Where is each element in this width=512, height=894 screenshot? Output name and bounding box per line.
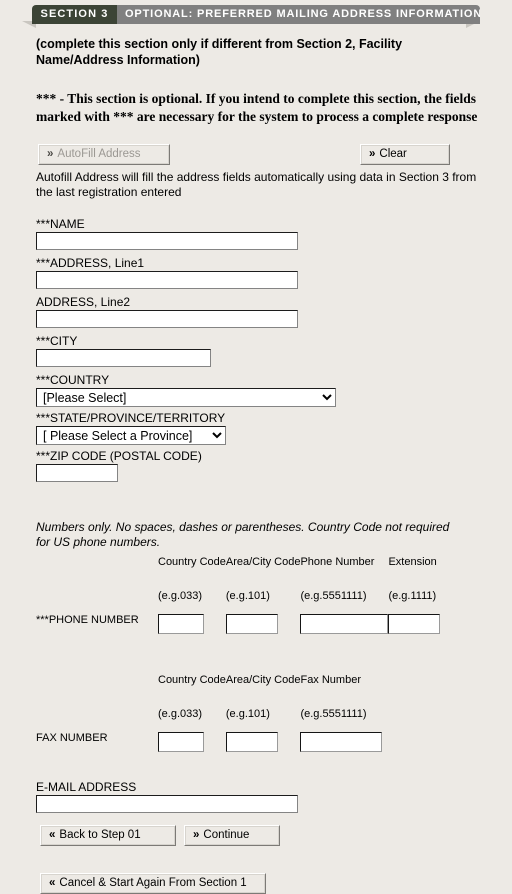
fax-input-row: FAX NUMBER [36, 732, 383, 762]
country-select[interactable]: [Please Select] [36, 388, 336, 407]
phone-country-code-cell [158, 614, 226, 644]
form-footer: « Back to Step 01 » Continue « Cancel & Sta… [36, 825, 512, 894]
fax-number-input[interactable] [300, 732, 383, 752]
state-province-select[interactable]: [ Please Select a Province] [36, 426, 226, 445]
clear-label: Clear [379, 148, 407, 160]
city-label: ***CITY [36, 334, 78, 348]
phone-area-code-header: Area/City Code [225, 556, 301, 568]
required-fields-note: *** - This section is optional. If you i… [36, 91, 478, 124]
fax-number-row-label: FAX NUMBER [36, 732, 108, 744]
section-number-tab: SECTION 3 [32, 5, 117, 24]
state-label: ***STATE/PROVINCE/TERRITORY [36, 411, 226, 425]
email-address-input[interactable] [36, 795, 298, 813]
fax-number-example: (e.g.5551111) [300, 708, 367, 720]
address-fields-group: ***NAME ***ADDRESS, Line1 ADDRESS, Line2… [36, 217, 512, 482]
phone-country-code-example: (e.g.033) [158, 590, 203, 602]
phone-number-header: Phone Number [300, 556, 375, 568]
phone-extension-input[interactable] [388, 614, 441, 634]
cancel-and-restart-label: Cancel & Start Again From Section 1 [59, 877, 247, 889]
phone-extension-cell [388, 614, 441, 644]
phone-area-code-input[interactable] [225, 614, 278, 634]
name-label: ***NAME [36, 217, 85, 231]
autofill-address-button[interactable]: » AutoFill Address [38, 144, 170, 165]
fax-number-table: Country Code Area/City Code Fax Number (… [36, 674, 383, 762]
section-title-tab: OPTIONAL: PREFERRED MAILING ADDRESS INFO… [117, 5, 480, 24]
phone-area-code-cell [225, 614, 301, 644]
fax-area-code-cell [225, 732, 301, 762]
fax-number-header: Fax Number [300, 674, 361, 686]
fax-spacer-cell-2 [36, 708, 158, 732]
fax-area-code-example: (e.g.101) [225, 708, 270, 720]
phone-number-table: Country Code Area/City Code Phone Number… [36, 556, 441, 644]
phone-number-input[interactable] [300, 614, 389, 634]
autofill-address-label: AutoFill Address [57, 148, 141, 160]
fax-number-cell [300, 732, 383, 762]
city-input[interactable] [36, 349, 211, 367]
phone-area-code-example: (e.g.101) [225, 590, 270, 602]
fax-area-code-input[interactable] [225, 732, 278, 752]
phone-number-cell [300, 614, 389, 644]
fax-spacer-cell [36, 674, 158, 708]
clear-button[interactable]: » Clear [360, 144, 450, 165]
fax-country-code-header: Country Code [158, 674, 226, 686]
fax-area-code-header: Area/City Code [225, 674, 301, 686]
address-line2-label: ADDRESS, Line2 [36, 295, 131, 309]
double-left-chevron-icon: « [49, 829, 55, 841]
back-to-step-01-button[interactable]: « Back to Step 01 [40, 825, 176, 846]
back-to-step-01-label: Back to Step 01 [59, 829, 141, 841]
double-right-chevron-icon: » [369, 148, 375, 160]
zip-code-label: ***ZIP CODE (POSTAL CODE) [36, 449, 202, 463]
zip-code-input[interactable] [36, 464, 118, 482]
footer-secondary-row: « Cancel & Start Again From Section 1 [36, 847, 512, 894]
phone-extension-header: Extension [388, 556, 437, 568]
form-content: (complete this section only if different… [0, 28, 512, 894]
phone-format-note: Numbers only. No spaces, dashes or paren… [36, 520, 450, 549]
double-right-chevron-icon: » [193, 829, 199, 841]
fax-country-code-input[interactable] [158, 732, 204, 752]
fax-country-code-example: (e.g.033) [158, 708, 203, 720]
phone-input-row: ***PHONE NUMBER [36, 614, 441, 644]
phone-example-row: (e.g.033) (e.g.101) (e.g.5551111) (e.g.1… [36, 590, 440, 614]
autofill-description: Autofill Address will fill the address f… [36, 170, 477, 199]
fax-section: Country Code Area/City Code Fax Number (… [36, 674, 512, 762]
fax-header-row: Country Code Area/City Code Fax Number [36, 674, 382, 708]
phone-number-example: (e.g.5551111) [300, 590, 367, 602]
name-input[interactable] [36, 232, 298, 250]
section-header-bar: SECTION 3 OPTIONAL: PREFERRED MAILING AD… [0, 2, 512, 28]
phone-spacer-cell-2 [36, 590, 158, 614]
phone-number-row-label: ***PHONE NUMBER [36, 614, 139, 626]
phone-country-code-header: Country Code [158, 556, 226, 568]
cancel-and-restart-button[interactable]: « Cancel & Start Again From Section 1 [40, 873, 266, 894]
phone-spacer-cell [36, 556, 158, 590]
continue-label: Continue [203, 829, 250, 841]
double-left-chevron-icon: « [49, 877, 55, 889]
footer-primary-row: « Back to Step 01 » Continue [36, 825, 512, 847]
section-instructions: (complete this section only if different… [36, 37, 403, 67]
fax-example-row: (e.g.033) (e.g.101) (e.g.5551111) [36, 708, 382, 732]
phone-country-code-input[interactable] [158, 614, 204, 634]
phone-header-row: Country Code Area/City Code Phone Number… [36, 556, 440, 590]
address-line2-input[interactable] [36, 310, 298, 328]
double-right-chevron-icon: » [47, 148, 53, 160]
fax-country-code-cell [158, 732, 226, 762]
phone-extension-example: (e.g.1111) [388, 590, 437, 602]
address-toolbar: » AutoFill Address » Clear [36, 144, 496, 168]
address-line1-label: ***ADDRESS, Line1 [36, 256, 145, 270]
address-line1-input[interactable] [36, 271, 298, 289]
email-address-label: E-MAIL ADDRESS [36, 780, 137, 794]
continue-button[interactable]: » Continue [184, 825, 280, 846]
email-section: E-MAIL ADDRESS [36, 780, 512, 813]
country-label: ***COUNTRY [36, 373, 110, 387]
